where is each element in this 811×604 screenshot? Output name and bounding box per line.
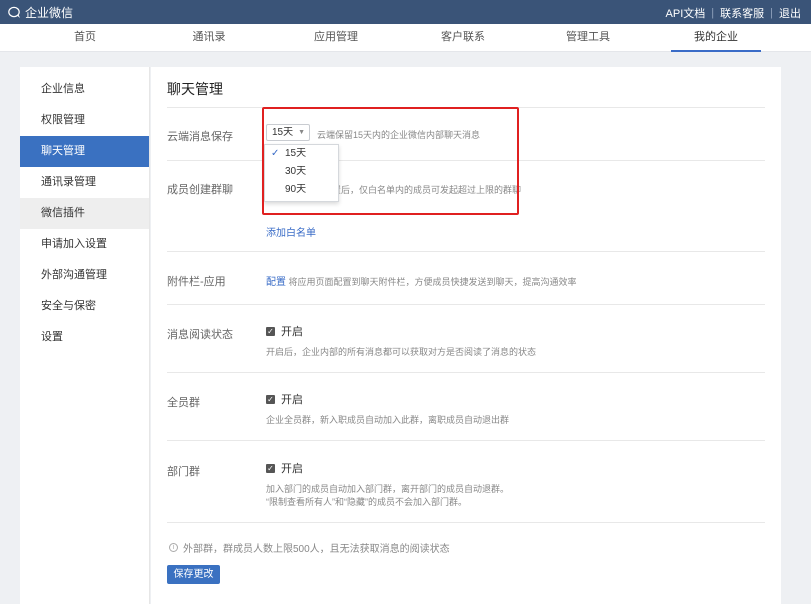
nav-my-enterprise[interactable]: 我的企业 — [671, 24, 761, 52]
nav-app-management[interactable]: 应用管理 — [291, 24, 381, 52]
sidebar-item-join-settings[interactable]: 申请加入设置 — [20, 229, 149, 260]
checkbox-checked-icon: ✓ — [266, 326, 275, 336]
top-bar: 企业微信 API文档 | 联系客服 | 退出 — [0, 0, 811, 24]
add-whitelist-link[interactable]: 添加白名单 — [266, 224, 316, 239]
highlight-box — [262, 107, 519, 215]
checkbox-checked-icon: ✓ — [266, 463, 275, 473]
all-group-label: 全员群 — [167, 397, 200, 409]
contact-support-link[interactable]: 联系客服 — [720, 5, 764, 21]
sidebar-item-external-communication[interactable]: 外部沟通管理 — [20, 260, 149, 291]
info-icon: i — [169, 543, 178, 552]
sidebar: 企业信息 权限管理 聊天管理 通讯录管理 微信插件 申请加入设置 外部沟通管理 … — [20, 67, 150, 604]
app-name: 企业微信 — [25, 6, 74, 20]
nav-customer-contact[interactable]: 客户联系 — [418, 24, 508, 52]
sidebar-item-enterprise-info[interactable]: 企业信息 — [20, 74, 149, 105]
all-group-check-label: 开启 — [281, 394, 303, 406]
main-panel: 聊天管理 云端消息保存 15天 ▼ 云端保留15天内的企业微信内部聊天消息 成员… — [151, 67, 781, 604]
sidebar-item-security[interactable]: 安全与保密 — [20, 291, 149, 322]
separator: | — [711, 7, 715, 19]
nav-home[interactable]: 首页 — [40, 24, 130, 52]
external-group-note: i 外部群，群成员人数上限500人，且无法获取消息的阅读状态 — [169, 540, 450, 555]
group-create-label: 成员创建群聊 — [167, 184, 233, 196]
sidebar-item-wechat-plugin[interactable]: 微信插件 — [20, 198, 149, 229]
top-links: API文档 | 联系客服 | 退出 — [666, 5, 801, 21]
dept-group-desc-line1: 加入部门的成员自动加入部门群，离开部门的成员自动退群。 — [266, 484, 510, 494]
nav-contacts[interactable]: 通讯录 — [164, 24, 254, 52]
main-nav: 首页 通讯录 应用管理 客户联系 管理工具 我的企业 — [0, 24, 811, 52]
divider — [167, 440, 765, 441]
nav-management-tools[interactable]: 管理工具 — [543, 24, 633, 52]
dept-group-checkbox[interactable]: ✓ 开启 — [266, 460, 303, 476]
app-logo[interactable]: 企业微信 — [8, 4, 73, 21]
read-status-check-label: 开启 — [281, 326, 303, 338]
divider — [167, 304, 765, 305]
checkbox-checked-icon: ✓ — [266, 394, 275, 404]
sidebar-item-permissions[interactable]: 权限管理 — [20, 105, 149, 136]
all-group-desc: 企业全员群，新入职成员自动加入此群，离职成员自动退出群 — [266, 415, 510, 425]
logout-link[interactable]: 退出 — [779, 5, 801, 21]
wecom-logo-icon — [8, 6, 20, 18]
configure-link[interactable]: 配置 — [266, 277, 286, 288]
page-background — [781, 67, 811, 604]
cloud-save-label: 云端消息保存 — [167, 131, 233, 143]
attach-desc: 将应用页面配置到聊天附件栏，方便成员快捷发送到聊天，提高沟通效率 — [288, 277, 577, 287]
divider — [167, 372, 765, 373]
sidebar-item-chat-management[interactable]: 聊天管理 — [20, 136, 149, 167]
api-docs-link[interactable]: API文档 — [666, 5, 706, 21]
read-status-desc: 开启后，企业内部的所有消息都可以获取对方是否阅读了消息的状态 — [266, 347, 537, 357]
divider — [167, 522, 765, 523]
page-title: 聊天管理 — [167, 81, 223, 97]
attach-label: 附件栏-应用 — [167, 276, 226, 288]
divider — [167, 251, 765, 252]
separator: | — [770, 7, 773, 19]
read-status-checkbox[interactable]: ✓ 开启 — [266, 323, 303, 339]
dept-group-desc-line2: “限制查看所有人”和“隐藏”的成员不会加入部门群。 — [266, 497, 467, 507]
sidebar-item-settings[interactable]: 设置 — [20, 322, 149, 353]
dept-group-label: 部门群 — [167, 466, 200, 478]
all-group-checkbox[interactable]: ✓ 开启 — [266, 391, 303, 407]
external-group-note-text: 外部群，群成员人数上限500人，且无法获取消息的阅读状态 — [183, 544, 450, 555]
save-button[interactable]: 保存更改 — [167, 565, 220, 584]
sidebar-item-contacts-management[interactable]: 通讯录管理 — [20, 167, 149, 198]
dept-group-check-label: 开启 — [281, 463, 303, 475]
read-status-label: 消息阅读状态 — [167, 329, 233, 341]
